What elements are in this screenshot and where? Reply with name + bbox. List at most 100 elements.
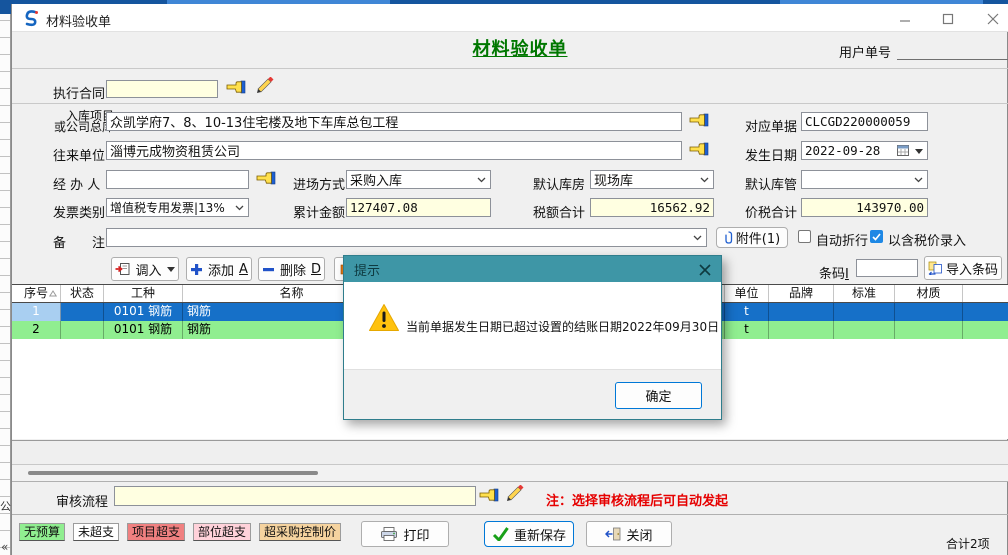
cell-extra[interactable] bbox=[963, 303, 1008, 321]
header-brand[interactable]: 品牌 bbox=[769, 285, 834, 302]
cell-status[interactable] bbox=[61, 303, 104, 321]
vendor-label: 往来单位 bbox=[53, 145, 105, 164]
scrollbar-thumb[interactable] bbox=[28, 471, 318, 475]
user-no-field[interactable] bbox=[897, 42, 1008, 60]
handler-input[interactable] bbox=[106, 170, 249, 189]
tax-label: 税额合计 bbox=[533, 202, 585, 221]
attachment-button[interactable]: 附件(1) bbox=[716, 227, 788, 248]
project-label: 入库项目 或公司总库 bbox=[41, 111, 114, 133]
invoice-select[interactable]: 增值税专用发票|13% bbox=[106, 198, 249, 217]
cell-material[interactable] bbox=[895, 321, 963, 339]
tax-entry-checkbox[interactable] bbox=[870, 230, 883, 243]
cell-unit[interactable]: t bbox=[725, 303, 769, 321]
project-lookup-hand-icon[interactable] bbox=[689, 112, 709, 128]
amount-label: 累计金额 bbox=[293, 202, 345, 221]
add-row-button[interactable]: 添加A bbox=[186, 257, 252, 281]
warning-triangle-icon bbox=[368, 303, 400, 332]
gross-label: 价税合计 bbox=[745, 202, 797, 221]
note-combo[interactable] bbox=[106, 228, 707, 247]
gross-field[interactable]: 143970.00 bbox=[801, 198, 928, 217]
import-barcode-button[interactable]: 导入条码 bbox=[924, 256, 1002, 280]
cell-brand[interactable] bbox=[769, 303, 834, 321]
tax-field[interactable]: 16562.92 bbox=[590, 198, 714, 217]
keeper-label: 默认库管 bbox=[745, 174, 797, 193]
barcode-input[interactable] bbox=[856, 259, 918, 277]
header-worktype[interactable]: 工种 bbox=[104, 285, 183, 302]
autowrap-checkbox[interactable] bbox=[798, 230, 811, 243]
dialog-title: 提示 bbox=[354, 260, 380, 279]
note-label: 备 注 bbox=[53, 232, 105, 251]
dropdown-arrow-icon bbox=[167, 267, 175, 272]
legend-project-over: 项目超支 bbox=[127, 523, 185, 541]
review-edit-pen-icon[interactable] bbox=[505, 485, 525, 503]
screen: 公 « 材料验收单 材料验收单 用户单号 bbox=[0, 0, 1008, 555]
cell-worktype[interactable]: 0101 钢筋 bbox=[104, 321, 183, 339]
autowrap-label: 自动折行 bbox=[816, 230, 868, 249]
close-form-button[interactable]: 关闭 bbox=[586, 521, 672, 547]
form-title: 材料验收单 bbox=[390, 35, 650, 61]
collapse-chevrons[interactable]: « bbox=[1, 540, 8, 554]
contract-edit-pen-icon[interactable] bbox=[255, 77, 275, 95]
contract-lookup-hand-icon[interactable] bbox=[226, 79, 246, 95]
printer-icon bbox=[380, 527, 398, 541]
warehouse-value: 现场库 bbox=[594, 170, 633, 189]
barcode-label: 条码I bbox=[819, 263, 849, 282]
project-input[interactable]: 众凯学府7、8、10-13住宅楼及地下车库总包工程 bbox=[106, 112, 682, 131]
dialog-close-icon[interactable] bbox=[697, 262, 713, 278]
close-button[interactable] bbox=[986, 12, 1000, 26]
dialog-footer: 确定 bbox=[344, 369, 721, 419]
horizontal-scrollbar[interactable] bbox=[12, 464, 1008, 481]
header-status[interactable]: 状态 bbox=[61, 285, 104, 302]
review-lookup-hand-icon[interactable] bbox=[479, 487, 499, 503]
sort-icon bbox=[49, 290, 57, 297]
date-input[interactable]: 2022-09-28 bbox=[801, 141, 928, 160]
total-items-label: 合计2项 bbox=[946, 535, 990, 552]
header-unit[interactable]: 单位 bbox=[725, 285, 769, 302]
vendor-input[interactable]: 淄博元成物资租赁公司 bbox=[106, 141, 682, 160]
cell-seq[interactable]: 2 bbox=[12, 321, 61, 339]
delete-row-button[interactable]: 删除D bbox=[258, 257, 325, 281]
cell-status[interactable] bbox=[61, 321, 104, 339]
warehouse-label: 默认库房 bbox=[533, 174, 585, 193]
cell-standard[interactable] bbox=[834, 321, 895, 339]
cell-extra[interactable] bbox=[963, 321, 1008, 339]
resave-button[interactable]: 重新保存 bbox=[484, 521, 574, 547]
contract-input[interactable] bbox=[106, 80, 218, 98]
entry-mode-label: 进场方式 bbox=[293, 174, 345, 193]
keeper-select[interactable] bbox=[801, 170, 928, 189]
import-rows-button[interactable]: 调入 bbox=[111, 257, 179, 281]
cell-standard[interactable] bbox=[834, 303, 895, 321]
minus-icon bbox=[262, 263, 275, 276]
entry-mode-value: 采购入库 bbox=[350, 170, 402, 189]
chevron-down-icon bbox=[235, 205, 244, 211]
dialog-message: 当前单据发生日期已超过设置的结账日期2022年09月30日 bbox=[406, 318, 719, 335]
doc-label: 对应单据 bbox=[745, 116, 797, 135]
chevron-down-icon bbox=[477, 177, 486, 183]
header-material[interactable]: 材质 bbox=[895, 285, 963, 302]
plus-icon bbox=[190, 263, 203, 276]
entry-mode-select[interactable]: 采购入库 bbox=[346, 170, 491, 189]
cell-unit[interactable]: t bbox=[725, 321, 769, 339]
amount-field[interactable]: 127407.08 bbox=[346, 198, 491, 217]
background-grid-strip: 公 « bbox=[0, 4, 11, 555]
cell-material[interactable] bbox=[895, 303, 963, 321]
cell-seq[interactable]: 1 bbox=[12, 303, 61, 321]
review-input[interactable] bbox=[114, 486, 476, 506]
doc-input[interactable]: CLCGD220000059 bbox=[801, 112, 928, 131]
date-dropdown-arrow-icon[interactable] bbox=[915, 149, 923, 154]
dialog-ok-button[interactable]: 确定 bbox=[615, 382, 702, 409]
print-button[interactable]: 打印 bbox=[361, 521, 449, 547]
maximize-button[interactable] bbox=[941, 12, 955, 26]
minimize-button[interactable] bbox=[898, 12, 912, 26]
header-seq[interactable]: 序号 bbox=[12, 285, 61, 302]
cell-brand[interactable] bbox=[769, 321, 834, 339]
warehouse-select[interactable]: 现场库 bbox=[590, 170, 714, 189]
calendar-icon[interactable] bbox=[897, 145, 909, 156]
header-standard[interactable]: 标准 bbox=[834, 285, 895, 302]
tax-entry-label: 以含税价录入 bbox=[888, 230, 966, 249]
window-titlebar: 材料验收单 bbox=[12, 4, 1008, 32]
review-label: 审核流程 bbox=[56, 491, 108, 510]
vendor-lookup-hand-icon[interactable] bbox=[689, 141, 709, 157]
handler-lookup-hand-icon[interactable] bbox=[256, 170, 276, 186]
cell-worktype[interactable]: 0101 钢筋 bbox=[104, 303, 183, 321]
